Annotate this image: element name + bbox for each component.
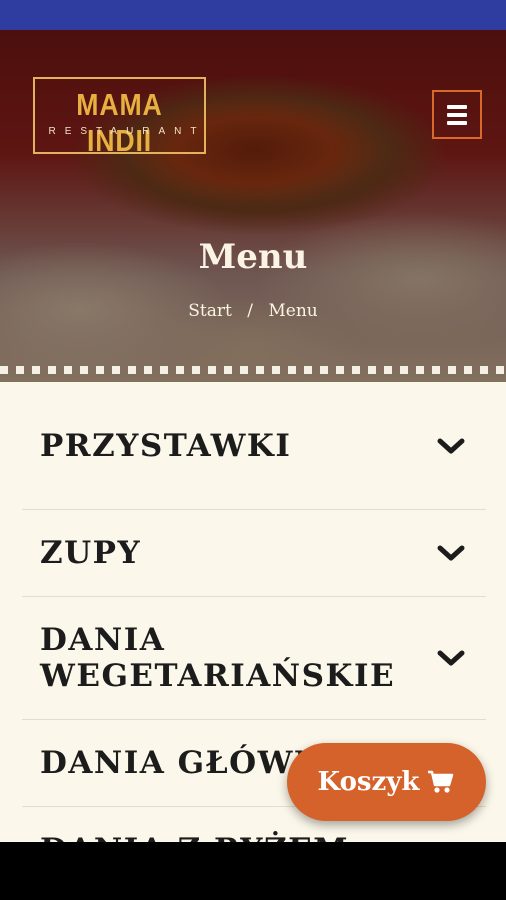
page-title: Menu	[198, 237, 308, 277]
hamburger-icon-bar	[447, 120, 467, 125]
menu-category-label: PRZYSTAWKI	[40, 427, 292, 464]
hamburger-icon-bar	[447, 112, 467, 117]
menu-category-dania-wegetarianskie[interactable]: DANIA WEGETARIAŃSKIE	[22, 597, 486, 720]
status-bar	[0, 0, 506, 30]
cart-icon	[428, 770, 454, 793]
breadcrumb-separator: /	[247, 301, 253, 321]
chevron-down-icon	[437, 438, 465, 453]
hamburger-icon-bar	[447, 104, 467, 109]
breadcrumb-start-link[interactable]: Start	[188, 301, 232, 321]
restaurant-logo[interactable]: MAMA INDII RESTAURANT	[33, 77, 206, 158]
system-navigation-bar	[0, 842, 506, 900]
chevron-down-icon	[437, 545, 465, 561]
hamburger-menu-button[interactable]	[432, 90, 482, 139]
logo-subtitle: RESTAURANT	[48, 126, 206, 137]
menu-category-label: ZUPY	[40, 535, 142, 571]
menu-category-label: DANIA WEGETARIAŃSKIE	[40, 622, 396, 694]
menu-category-zupy[interactable]: ZUPY	[22, 510, 486, 597]
logo-title: MAMA INDII	[76, 87, 163, 158]
chevron-down-icon	[437, 650, 465, 666]
breadcrumb-current: Menu	[268, 301, 318, 321]
dashed-divider	[0, 366, 506, 374]
cart-button[interactable]: Koszyk	[287, 743, 486, 821]
cart-button-label: Koszyk	[317, 767, 420, 797]
hero-banner: MAMA INDII RESTAURANT Menu Start / Menu	[0, 30, 506, 382]
menu-category-przystawki[interactable]: PRZYSTAWKI	[22, 382, 486, 510]
breadcrumb: Start / Menu	[0, 301, 506, 321]
